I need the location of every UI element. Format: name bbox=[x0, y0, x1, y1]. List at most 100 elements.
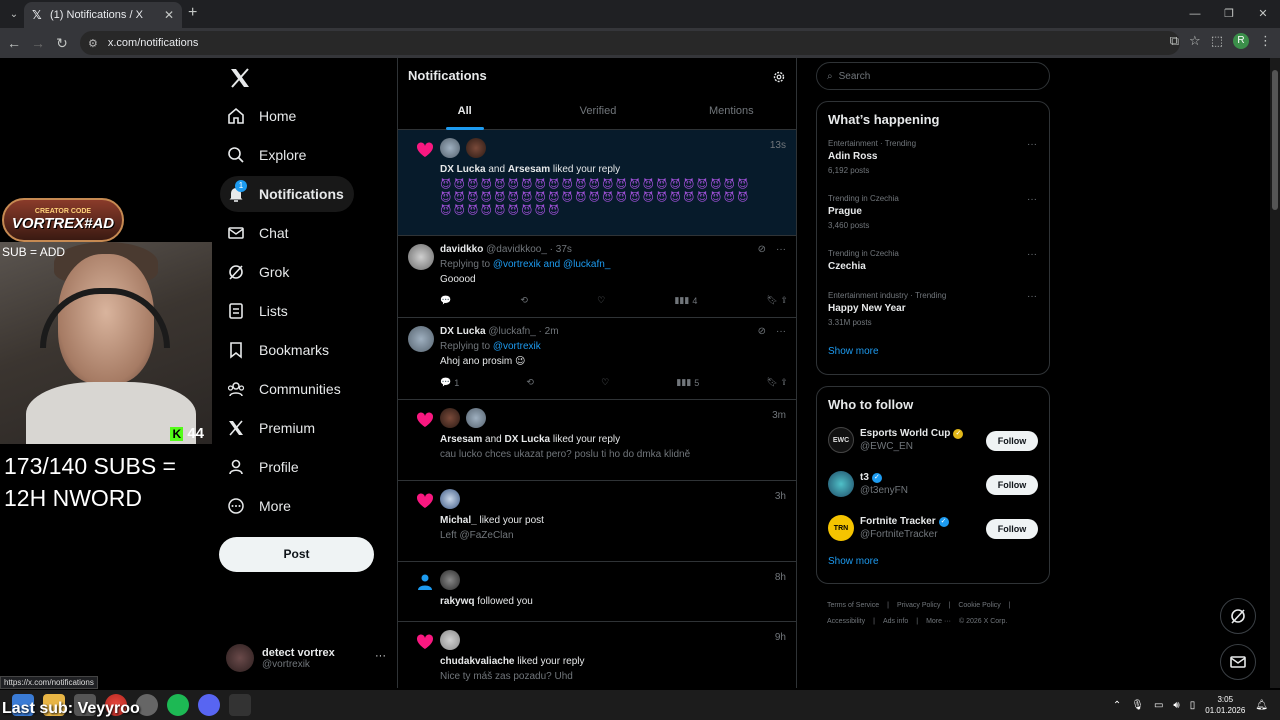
minimize-button[interactable]: — bbox=[1178, 0, 1212, 28]
restore-button[interactable]: ❐ bbox=[1212, 0, 1246, 28]
more-dots-icon[interactable]: ··· bbox=[1027, 194, 1037, 205]
notification-item[interactable]: 3h Michal_ liked your post Left @FaZeCla… bbox=[398, 481, 796, 562]
avatar[interactable] bbox=[440, 570, 460, 590]
app-icon[interactable] bbox=[229, 694, 251, 716]
nav-notifications[interactable]: 1 Notifications bbox=[220, 176, 354, 212]
notification-item[interactable]: 13s DX Lucka and Arsesam liked your repl… bbox=[398, 130, 796, 236]
user-name[interactable]: DX Lucka bbox=[505, 434, 551, 445]
nav-grok[interactable]: Grok bbox=[220, 254, 299, 290]
back-button[interactable]: ← bbox=[2, 35, 26, 51]
user-name[interactable]: Arsesam bbox=[508, 164, 550, 175]
reload-button[interactable]: ↻ bbox=[50, 35, 74, 52]
footer-link[interactable]: Ads info bbox=[883, 618, 908, 625]
tab-mentions[interactable]: Mentions bbox=[665, 96, 798, 130]
views-icon[interactable]: ▮▮▮ 4 bbox=[674, 295, 697, 306]
nav-premium[interactable]: Premium bbox=[220, 410, 325, 446]
reply-mentions[interactable]: @vortrexik bbox=[493, 341, 541, 352]
avatar[interactable] bbox=[466, 138, 486, 158]
search-input[interactable]: ⌕ Search bbox=[816, 62, 1050, 90]
nav-more[interactable]: More bbox=[220, 488, 301, 524]
more-dots-icon[interactable]: ··· bbox=[1027, 291, 1037, 302]
reply-post[interactable]: ⊘ ··· davidkko @davidkkoo_ · 37s Replying… bbox=[398, 236, 796, 318]
user-name[interactable]: DX Lucka bbox=[440, 164, 486, 175]
notification-item[interactable]: 3m Arsesam and DX Lucka liked your reply… bbox=[398, 400, 796, 481]
footer-link[interactable]: Privacy Policy bbox=[897, 602, 941, 609]
user-name[interactable]: Arsesam bbox=[440, 434, 482, 445]
reply-icon[interactable]: 💬 1 bbox=[440, 377, 459, 388]
battery-icon[interactable]: ▯ bbox=[1190, 700, 1196, 711]
bookmark-icon[interactable]: 🔖︎ ⇪ bbox=[767, 295, 788, 306]
bookmark-star-icon[interactable]: ☆ bbox=[1189, 33, 1201, 49]
footer-link[interactable]: More ··· bbox=[926, 618, 951, 625]
extensions-icon[interactable]: ⬚ bbox=[1211, 33, 1223, 49]
more-dots-icon[interactable]: ··· bbox=[1027, 249, 1037, 260]
microphone-icon[interactable]: 🎙︎ bbox=[1131, 700, 1144, 711]
nav-communities[interactable]: Communities bbox=[220, 371, 351, 407]
avatar[interactable] bbox=[440, 630, 460, 650]
address-bar[interactable]: ⚙ x.com/notifications bbox=[80, 31, 1180, 55]
nav-home[interactable]: Home bbox=[220, 98, 306, 134]
avatar[interactable] bbox=[408, 244, 434, 270]
footer-link[interactable]: Accessibility bbox=[827, 618, 865, 625]
discord-icon[interactable] bbox=[198, 694, 220, 716]
more-dots-icon[interactable]: ··· bbox=[776, 326, 786, 337]
trend-item[interactable]: Entertainment industry · Trending Happy … bbox=[817, 285, 1049, 340]
trend-item[interactable]: Trending in Czechia Prague 3,460 posts ·… bbox=[817, 188, 1049, 243]
trend-item[interactable]: Trending in Czechia Czechia ··· bbox=[817, 243, 1049, 285]
tab-close-icon[interactable]: ✕ bbox=[164, 8, 174, 22]
nav-profile[interactable]: Profile bbox=[220, 449, 309, 485]
messages-float-button[interactable] bbox=[1220, 644, 1256, 680]
tab-all[interactable]: All bbox=[398, 96, 531, 130]
grok-icon[interactable]: ⊘ bbox=[758, 244, 766, 255]
more-dots-icon[interactable]: ··· bbox=[375, 650, 386, 662]
bookmark-icon[interactable]: 🔖︎ ⇪ bbox=[766, 377, 787, 388]
like-icon[interactable]: ♡ bbox=[597, 295, 605, 306]
avatar[interactable] bbox=[440, 138, 460, 158]
site-info-icon[interactable]: ⚙ bbox=[88, 37, 98, 50]
x-logo-icon[interactable] bbox=[228, 66, 252, 90]
grok-icon[interactable]: ⊘ bbox=[758, 326, 766, 337]
spotify-icon[interactable] bbox=[167, 694, 189, 716]
chevron-up-icon[interactable]: ⌃ bbox=[1113, 700, 1121, 711]
profile-avatar[interactable]: R bbox=[1233, 33, 1249, 49]
notification-bell-icon[interactable]: 🔔︎ bbox=[1255, 700, 1268, 711]
reply-post[interactable]: ⊘ ··· DX Lucka @luckafn_ · 2m Replying to… bbox=[398, 318, 796, 400]
like-icon[interactable]: ♡ bbox=[601, 377, 609, 388]
gear-icon[interactable] bbox=[772, 70, 786, 84]
follow-suggestion[interactable]: EWC Esports World Cup ✓ @EWC_EN Follow bbox=[817, 418, 1049, 462]
nav-lists[interactable]: Lists bbox=[220, 293, 298, 329]
clock[interactable]: 3:05 01.01.2026 bbox=[1205, 694, 1245, 716]
follow-button[interactable]: Follow bbox=[986, 519, 1038, 539]
nav-bookmarks[interactable]: Bookmarks bbox=[220, 332, 339, 368]
follow-button[interactable]: Follow bbox=[986, 431, 1038, 451]
post-button[interactable]: Post bbox=[219, 537, 374, 572]
user-name[interactable]: davidkko bbox=[440, 244, 483, 255]
new-tab-button[interactable]: + bbox=[188, 5, 197, 21]
show-more-link[interactable]: Show more bbox=[817, 550, 1049, 579]
volume-icon[interactable]: 🔊︎ bbox=[1173, 700, 1179, 711]
footer-link[interactable]: Cookie Policy bbox=[958, 602, 1000, 609]
account-switcher[interactable]: detect vortrex @vortrexik ··· bbox=[226, 640, 386, 676]
notification-item[interactable]: 8h rakywq followed you bbox=[398, 562, 796, 622]
forward-button[interactable]: → bbox=[26, 35, 50, 51]
follow-suggestion[interactable]: TRN Fortnite Tracker ✓ @FortniteTracker F… bbox=[817, 506, 1049, 550]
cast-icon[interactable]: ⧉ bbox=[1170, 33, 1179, 49]
trend-item[interactable]: Entertainment · Trending Adin Ross 6,192… bbox=[817, 133, 1049, 188]
network-icon[interactable]: ▭ bbox=[1154, 700, 1163, 711]
nav-chat[interactable]: Chat bbox=[220, 215, 299, 251]
user-name[interactable]: Michal_ bbox=[440, 515, 477, 526]
user-name[interactable]: chudakvaliache bbox=[440, 656, 514, 667]
scrollbar-thumb[interactable] bbox=[1272, 70, 1278, 210]
avatar[interactable] bbox=[440, 408, 460, 428]
follow-suggestion[interactable]: t3 ✓ @t3enyFN Follow bbox=[817, 462, 1049, 506]
repost-icon[interactable]: ⟲ bbox=[520, 295, 528, 306]
browser-tab[interactable]: 𝕏 (1) Notifications / X ✕ bbox=[24, 2, 182, 28]
follow-button[interactable]: Follow bbox=[986, 475, 1038, 495]
more-dots-icon[interactable]: ··· bbox=[776, 244, 786, 255]
close-window-button[interactable]: ✕ bbox=[1246, 0, 1280, 28]
more-dots-icon[interactable]: ··· bbox=[1027, 139, 1037, 150]
avatar[interactable] bbox=[440, 489, 460, 509]
views-icon[interactable]: ▮▮▮ 5 bbox=[676, 377, 699, 388]
reply-icon[interactable]: 💬 bbox=[440, 295, 451, 306]
user-name[interactable]: rakywq bbox=[440, 596, 474, 607]
